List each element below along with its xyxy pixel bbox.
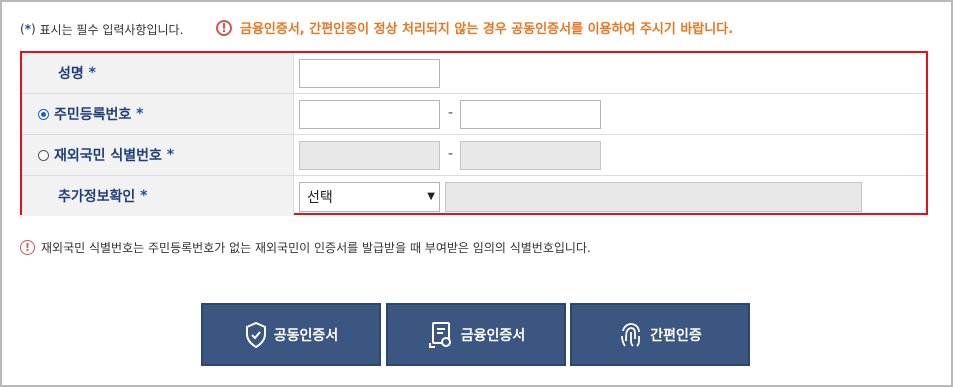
warning-note-text: 금융인증서, 간편인증이 정상 처리되지 않는 경우 공동인증서를 이용하여 주… <box>240 22 734 37</box>
required-star: * <box>166 147 175 163</box>
foreign-id-label[interactable]: 재외국민 식별번호 * <box>22 135 294 175</box>
exclamation-circle-icon: ! <box>216 19 232 36</box>
extra-info-input[interactable] <box>445 182 862 212</box>
name-input[interactable] <box>299 59 440 88</box>
simple-auth-button[interactable]: 간편인증 <box>570 303 750 366</box>
rrn-front-input[interactable] <box>299 100 440 129</box>
rrn-label[interactable]: 주민등록번호 * <box>22 94 294 134</box>
chevron-down-icon: ▼ <box>427 191 435 202</box>
fingerprint-icon <box>621 322 641 347</box>
foreign-id-dash: - <box>448 146 454 162</box>
exclamation-circle-icon: ! <box>20 240 35 255</box>
certificate-icon <box>428 321 451 348</box>
name-label: 성명 * <box>22 53 294 93</box>
required-note: (*) 표시는 필수 입력사항입니다. <box>20 22 184 37</box>
rrn-row: 주민등록번호 * - <box>22 94 926 135</box>
rrn-radio[interactable] <box>38 108 49 120</box>
required-star: * <box>136 106 144 122</box>
name-row: 성명 * <box>22 53 926 94</box>
shield-check-icon <box>245 321 266 348</box>
extra-info-label: 추가정보확인 * <box>22 176 294 216</box>
required-star: * <box>88 65 96 81</box>
identity-form: 성명 * 주민등록번호 * - 재외국민 식별번호 * - 추가정보확인 * 선… <box>20 51 928 216</box>
foreign-id-note-text: 재외국민 식별번호는 주민등록번호가 없는 재외국민이 인증서를 발급받을 때 … <box>41 241 591 255</box>
extra-info-select[interactable]: 선택 ▼ <box>299 182 440 212</box>
foreign-id-back-input[interactable] <box>460 141 601 170</box>
foreign-id-front-input[interactable] <box>299 141 440 170</box>
rrn-back-input[interactable] <box>460 100 601 129</box>
financial-cert-button[interactable]: 금융인증서 <box>386 303 566 366</box>
required-star: * <box>140 188 148 204</box>
joint-cert-button[interactable]: 공동인증서 <box>201 303 381 366</box>
foreign-id-note: ! 재외국민 식별번호는 주민등록번호가 없는 재외국민이 인증서를 발급받을 … <box>20 239 591 256</box>
required-note-text: 표시는 필수 입력사항입니다. <box>39 22 184 37</box>
rrn-dash: - <box>448 105 454 121</box>
extra-info-row: 추가정보확인 * 선택 ▼ <box>22 176 926 216</box>
warning-note: ! 금융인증서, 간편인증이 정상 처리되지 않는 경우 공동인증서를 이용하여… <box>216 18 733 37</box>
foreign-id-radio[interactable] <box>38 149 49 161</box>
foreign-id-row: 재외국민 식별번호 * - <box>22 135 926 176</box>
